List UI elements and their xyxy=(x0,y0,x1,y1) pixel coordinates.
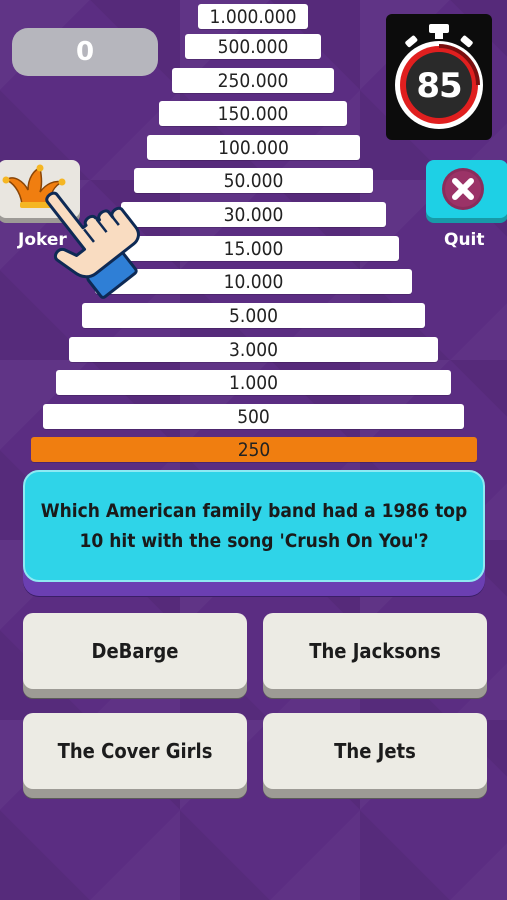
pointing-hand-icon xyxy=(45,191,140,299)
prize-rung: 500 xyxy=(43,404,464,429)
question-text: Which American family band had a 1986 to… xyxy=(40,500,468,552)
answer-label: DeBarge xyxy=(91,639,179,663)
score-value: 0 xyxy=(75,37,95,67)
prize-rung: 150.000 xyxy=(159,101,347,126)
question-card: Which American family band had a 1986 to… xyxy=(23,470,485,582)
answer-button-1[interactable]: DeBarge xyxy=(23,613,247,689)
prize-rung: 15.000 xyxy=(108,236,399,261)
prize-rung-current: 250 xyxy=(31,437,477,462)
prize-rung: 250.000 xyxy=(172,68,334,93)
close-x-icon xyxy=(442,168,484,210)
timer-value: 85 xyxy=(416,66,462,106)
timer-widget: 85 xyxy=(386,14,492,140)
answer-label: The Jacksons xyxy=(309,639,441,663)
prize-rung: 500.000 xyxy=(185,34,321,59)
quit-label: Quit xyxy=(444,230,485,250)
prize-rung: 1.000.000 xyxy=(198,4,308,29)
answer-button-3[interactable]: The Cover Girls xyxy=(23,713,247,789)
answer-button-4[interactable]: The Jets xyxy=(263,713,487,789)
prize-rung: 3.000 xyxy=(69,337,438,362)
quit-button[interactable] xyxy=(426,160,507,218)
answer-button-2[interactable]: The Jacksons xyxy=(263,613,487,689)
prize-rung: 100.000 xyxy=(147,135,360,160)
answer-label: The Jets xyxy=(334,739,416,763)
answer-label: The Cover Girls xyxy=(57,739,213,763)
score-display: 0 xyxy=(12,28,158,76)
prize-rung: 1.000 xyxy=(56,370,451,395)
prize-rung: 30.000 xyxy=(121,202,386,227)
prize-rung: 50.000 xyxy=(134,168,373,193)
